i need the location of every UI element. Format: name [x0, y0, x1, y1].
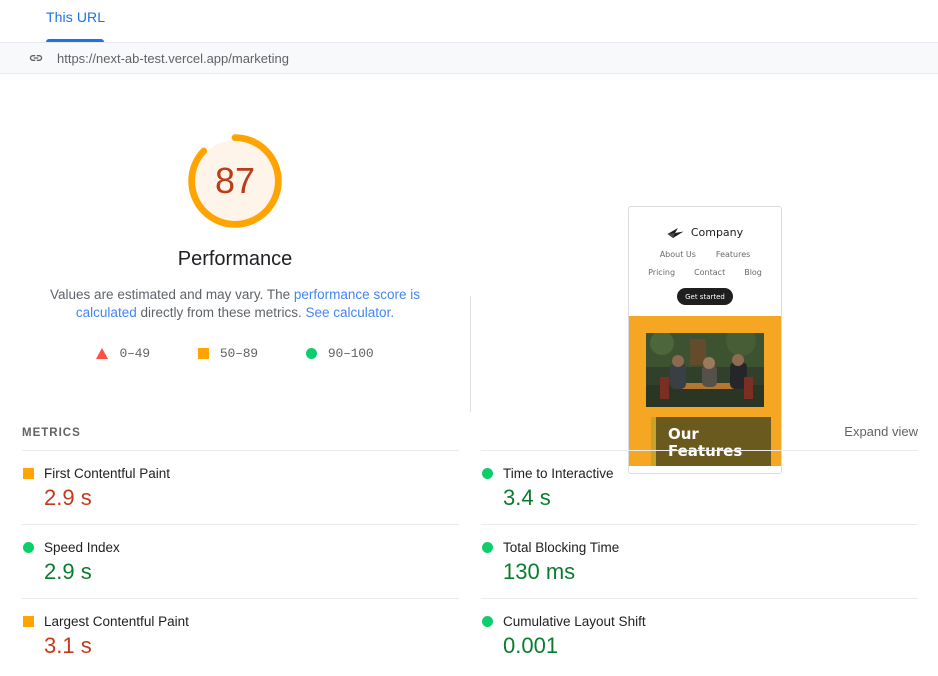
circle-icon — [305, 348, 317, 359]
tab-this-url[interactable]: This URL — [46, 9, 105, 25]
metrics-section-title: METRICS — [22, 427, 81, 439]
metric-label: Speed Index — [44, 540, 120, 555]
thumbnail-nav-pricing: Pricing — [648, 268, 676, 277]
metric-label-line: Speed Index — [22, 540, 459, 555]
square-icon — [23, 468, 34, 479]
thumbnail-nav-about-us: About Us — [659, 250, 696, 259]
circle-icon — [482, 468, 493, 479]
thumbnail-get-started-button: Get started — [677, 288, 733, 305]
metric-row[interactable]: Speed Index 2.9 s — [22, 524, 459, 598]
performance-gauge-column: 87 Performance Values are estimated and … — [0, 74, 470, 361]
metrics-column-left: First Contentful Paint 2.9 s Speed Index… — [22, 450, 459, 672]
metric-label-line: Largest Contentful Paint — [22, 614, 459, 629]
legend-item-poor: 0–49 — [96, 346, 150, 361]
link-icon — [28, 50, 44, 66]
metric-value: 3.1 s — [44, 633, 92, 658]
metric-label-line: Cumulative Layout Shift — [481, 614, 918, 629]
expand-view-button[interactable]: Expand view — [844, 424, 918, 439]
metric-label-line: Total Blocking Time — [481, 540, 918, 555]
metric-value: 2.9 s — [44, 559, 92, 584]
metric-label: Time to Interactive — [503, 466, 614, 481]
see-calculator-link[interactable]: See calculator. — [306, 305, 395, 320]
performance-score-value: 87 — [214, 160, 256, 201]
legend-item-average: 50–89 — [197, 346, 258, 361]
thumbnail-nav-row-1: About Us Features — [629, 250, 781, 259]
circle-icon — [482, 542, 493, 553]
square-icon — [197, 348, 209, 359]
metric-row[interactable]: Cumulative Layout Shift 0.001 — [481, 598, 918, 672]
thumbnail-brand: Company — [629, 226, 781, 239]
performance-description: Values are estimated and may vary. The p… — [35, 286, 435, 322]
metric-row[interactable]: Time to Interactive 3.4 s — [481, 450, 918, 524]
thumbnail-nav-blog: Blog — [744, 268, 762, 277]
metrics-column-right: Time to Interactive 3.4 s Total Blocking… — [481, 450, 918, 672]
metric-label: Total Blocking Time — [503, 540, 620, 555]
description-text-2: directly from these metrics. — [136, 305, 306, 320]
legend-label-average: 50–89 — [219, 346, 258, 361]
company-logo-icon — [667, 227, 684, 239]
legend-label-poor: 0–49 — [119, 346, 150, 361]
description-text-1: Values are estimated and may vary. The — [50, 287, 294, 302]
legend-label-good: 90–100 — [327, 346, 374, 361]
metric-row[interactable]: Largest Contentful Paint 3.1 s — [22, 598, 459, 672]
thumbnail-nav-contact: Contact — [694, 268, 726, 277]
metrics-header: METRICS Expand view — [0, 424, 938, 439]
thumbnail-brand-name: Company — [690, 226, 744, 239]
metric-label-line: First Contentful Paint — [22, 466, 459, 481]
legend-item-good: 90–100 — [305, 346, 374, 361]
metric-label-line: Time to Interactive — [481, 466, 918, 481]
metric-label: First Contentful Paint — [44, 466, 171, 481]
url-text: https://next-ab-test.vercel.app/marketin… — [57, 50, 289, 66]
url-bar: https://next-ab-test.vercel.app/marketin… — [0, 43, 938, 74]
metric-value: 2.9 s — [44, 485, 92, 510]
metric-label: Cumulative Layout Shift — [503, 614, 646, 629]
circle-icon — [23, 542, 34, 553]
tab-active-indicator — [46, 39, 104, 42]
triangle-icon — [96, 348, 109, 359]
metrics-section: METRICS Expand view First Contentful Pai… — [0, 424, 938, 672]
thumbnail-nav-features: Features — [715, 250, 751, 259]
thumbnail-header: Company About Us Features Pricing Contac… — [629, 207, 781, 305]
metric-value: 3.4 s — [503, 485, 551, 510]
metrics-grid: First Contentful Paint 2.9 s Speed Index… — [0, 450, 938, 672]
circle-icon — [482, 616, 493, 627]
score-section: 87 Performance Values are estimated and … — [0, 74, 938, 474]
vertical-divider — [470, 296, 471, 412]
score-legend: 0–49 50–89 90–100 — [0, 346, 470, 361]
performance-category-title: Performance — [177, 248, 293, 270]
square-icon — [23, 616, 34, 627]
tab-strip: This URL — [0, 0, 938, 43]
metric-label: Largest Contentful Paint — [44, 614, 189, 629]
metric-row[interactable]: First Contentful Paint 2.9 s — [22, 450, 459, 524]
thumbnail-photo — [646, 333, 764, 407]
thumbnail-nav-row-2: Pricing Contact Blog — [629, 268, 781, 277]
metric-value: 0.001 — [503, 633, 559, 658]
performance-gauge: 87 — [184, 130, 286, 232]
metric-row[interactable]: Total Blocking Time 130 ms — [481, 524, 918, 598]
metric-value: 130 ms — [503, 559, 576, 584]
